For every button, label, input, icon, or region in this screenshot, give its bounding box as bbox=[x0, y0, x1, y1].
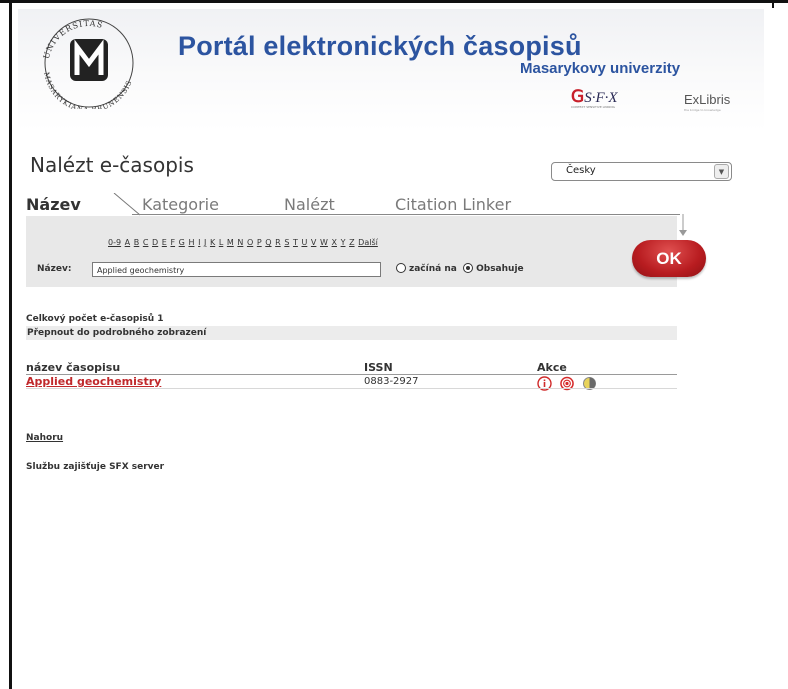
alphabet-link-r[interactable]: R bbox=[275, 238, 281, 247]
alphabet-link-h[interactable]: H bbox=[188, 238, 194, 247]
alphabet-link-s[interactable]: S bbox=[284, 238, 289, 247]
starts-with-radio[interactable] bbox=[396, 263, 406, 273]
alphabet-link-z[interactable]: Z bbox=[349, 238, 354, 247]
page-title: Nalézt e-časopis bbox=[30, 153, 194, 177]
alphabet-link-f[interactable]: F bbox=[170, 238, 175, 247]
alphabet-link-l[interactable]: L bbox=[219, 238, 223, 247]
alphabet-link-d[interactable]: D bbox=[152, 238, 158, 247]
back-to-top-link[interactable]: Nahoru bbox=[26, 433, 63, 443]
alphabet-link-t[interactable]: T bbox=[293, 238, 298, 247]
alphabet-link-další[interactable]: Další bbox=[358, 238, 378, 247]
sfx-tagline: CONTEXT SENSITIVE LINKING bbox=[571, 105, 615, 109]
total-count: Celkový počet e-časopisů 1 bbox=[26, 314, 164, 324]
service-provider-text: Službu zajišťuje SFX server bbox=[26, 462, 165, 472]
tab-citation-linker[interactable]: Citation Linker bbox=[395, 195, 511, 214]
journal-title-link[interactable]: Applied geochemistry bbox=[26, 375, 161, 388]
page: UNIVERSITAS MASARYKIANA BRUNENSIS Portál… bbox=[12, 3, 772, 689]
arrow-down-icon bbox=[679, 214, 687, 236]
portal-title: Portál elektronických časopisů bbox=[178, 31, 582, 61]
exlibris-tagline: the bridge to knowledge bbox=[684, 108, 721, 112]
language-selected-value: Česky bbox=[566, 165, 596, 176]
alphabet-link-i[interactable]: I bbox=[198, 238, 200, 247]
portal-header: UNIVERSITAS MASARYKIANA BRUNENSIS Portál… bbox=[18, 9, 764, 131]
journal-issn: 0883-2927 bbox=[364, 376, 419, 387]
name-label: Název: bbox=[37, 264, 72, 274]
match-type-options: začíná na Obsahuje bbox=[396, 263, 524, 274]
tab-nalezt[interactable]: Nalézt bbox=[284, 195, 335, 214]
alphabet-index: 0-9 A B C D E F G H I J K L M N O P Q R S T U V W X Y Z Další bbox=[108, 238, 381, 247]
exlibris-logo: ExLibris the bridge to knowledge bbox=[684, 89, 730, 112]
university-seal-logo: UNIVERSITAS MASARYKIANA BRUNENSIS bbox=[42, 18, 134, 109]
alphabet-link-e[interactable]: E bbox=[162, 238, 167, 247]
table-row-divider bbox=[26, 388, 677, 389]
alphabet-link-b[interactable]: B bbox=[134, 238, 140, 247]
alphabet-link-j[interactable]: J bbox=[204, 238, 206, 247]
sfx-logo: 𝖦S·F·X CONTEXT SENSITIVE LINKING bbox=[571, 87, 618, 109]
tab-underline bbox=[132, 214, 680, 215]
search-panel: 0-9 A B C D E F G H I J K L M N O P Q R S T U V W X Y Z Další Název… bbox=[26, 216, 677, 287]
alphabet-link-g[interactable]: G bbox=[179, 238, 185, 247]
ok-button[interactable]: OK bbox=[632, 240, 706, 277]
contains-label: Obsahuje bbox=[476, 264, 524, 274]
tab-nazev[interactable]: Název bbox=[26, 195, 81, 214]
language-select[interactable]: Česky ▼ bbox=[551, 162, 732, 181]
exlibris-brand: ExLibris bbox=[684, 92, 731, 107]
alphabet-link-y[interactable]: Y bbox=[341, 238, 346, 247]
starts-with-label: začíná na bbox=[409, 264, 457, 274]
toggle-detail-view-label: Přepnout do podrobného zobrazení bbox=[27, 328, 207, 338]
alphabet-link-o[interactable]: O bbox=[247, 238, 253, 247]
alphabet-link-x[interactable]: X bbox=[332, 238, 337, 247]
window-frame-right bbox=[772, 0, 774, 8]
alphabet-link-m[interactable]: M bbox=[227, 238, 234, 247]
chevron-down-icon[interactable]: ▼ bbox=[714, 164, 729, 179]
sfx-brand: S·F·X bbox=[584, 90, 618, 106]
alphabet-link-u[interactable]: U bbox=[301, 238, 307, 247]
portal-subtitle: Masarykovy univerzity bbox=[520, 60, 681, 77]
alphabet-link-w[interactable]: W bbox=[320, 238, 328, 247]
alphabet-link-v[interactable]: V bbox=[311, 238, 316, 247]
alphabet-link-p[interactable]: P bbox=[257, 238, 262, 247]
alphabet-link-0-9[interactable]: 0-9 bbox=[108, 238, 121, 247]
alphabet-link-k[interactable]: K bbox=[210, 238, 215, 247]
journal-name-input[interactable] bbox=[92, 262, 381, 277]
journal-actions bbox=[537, 373, 599, 392]
alphabet-link-q[interactable]: Q bbox=[265, 238, 271, 247]
alphabet-link-a[interactable]: A bbox=[125, 238, 130, 247]
tab-kategorie[interactable]: Kategorie bbox=[142, 195, 219, 214]
sfx-swirl-icon: 𝖦 bbox=[571, 87, 585, 107]
alphabet-link-c[interactable]: C bbox=[143, 238, 149, 247]
alphabet-link-n[interactable]: N bbox=[237, 238, 243, 247]
column-header-title: název časopisu bbox=[26, 361, 121, 374]
contains-radio[interactable] bbox=[463, 263, 474, 273]
toggle-detail-view[interactable]: Přepnout do podrobného zobrazení bbox=[26, 326, 677, 340]
column-header-issn: ISSN bbox=[364, 361, 393, 374]
